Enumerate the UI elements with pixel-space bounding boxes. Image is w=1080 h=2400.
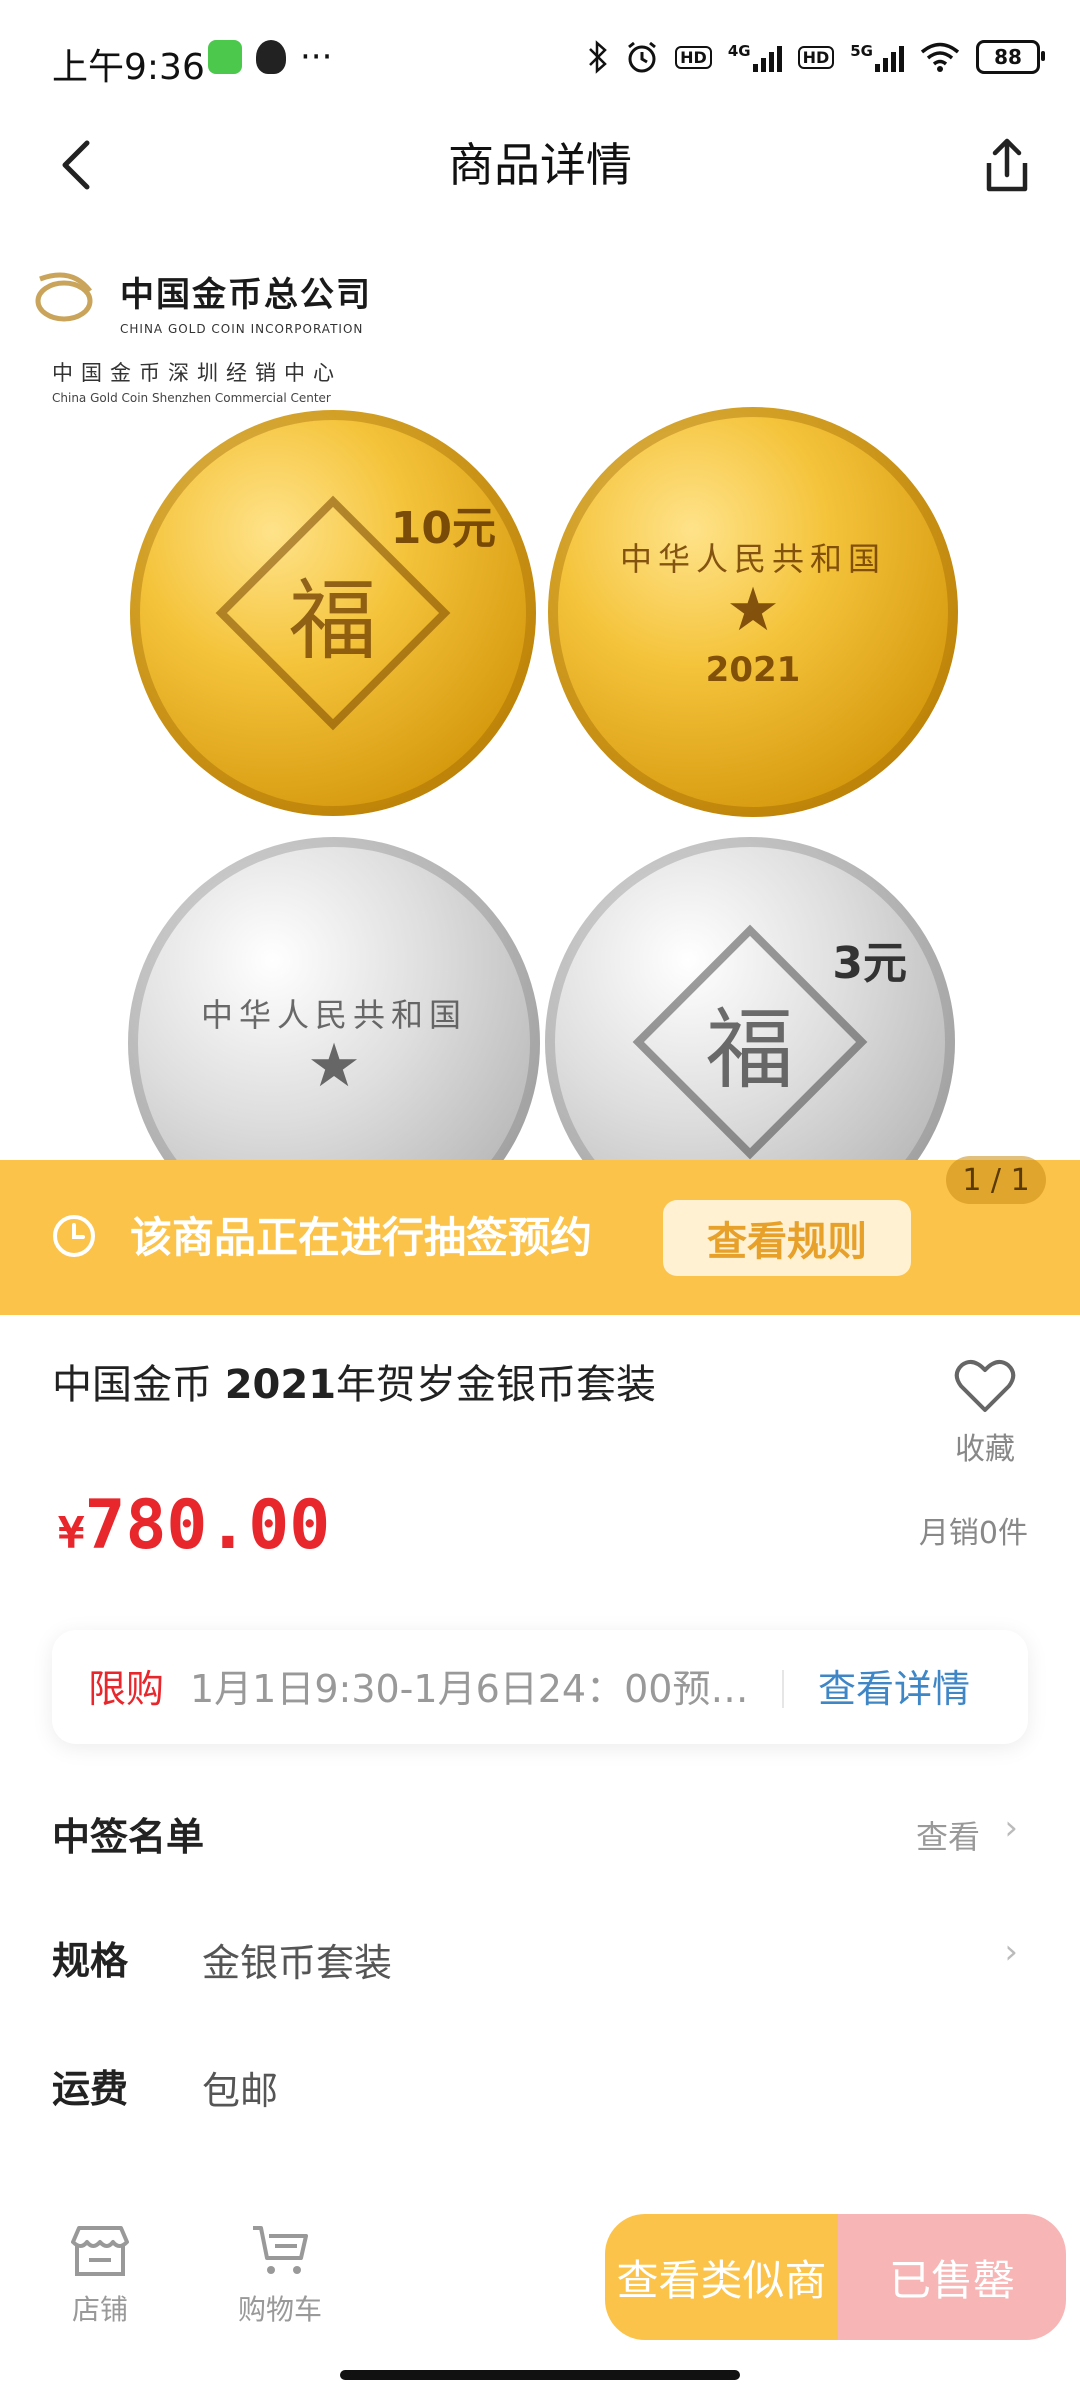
view-similar-button[interactable]: 查看类似商 [605, 2214, 838, 2340]
share-button[interactable] [970, 128, 1044, 202]
silver-coin-reverse-image: 福 3元 [545, 837, 955, 1160]
limit-tag: 限购 [88, 1667, 165, 1711]
bluetooth-icon [589, 40, 607, 74]
hd-voice-icon: HD [675, 45, 712, 69]
chevron-right-icon: › [1004, 1932, 1018, 1972]
status-time: 上午9:36 [52, 47, 205, 88]
home-indicator[interactable] [340, 2370, 740, 2380]
favorite-label: 收藏 [955, 1432, 1015, 1467]
logo-dealer-name: 中国金币深圳经销中心 [52, 361, 342, 385]
price-currency: ¥ [58, 1508, 85, 1559]
shipping-label: 运费 [52, 2067, 129, 2111]
store-label: 店铺 [71, 2293, 128, 2326]
gold-coin-obverse-image: 中华人民共和国 ★ 2021 [548, 407, 958, 817]
china-gold-coin-logo-icon [35, 272, 93, 322]
view-details-link[interactable]: 查看详情 [818, 1660, 970, 1718]
heart-icon [954, 1359, 1016, 1412]
signal-5g-icon: 5G [850, 42, 904, 72]
status-notification-icons: ··· [208, 40, 332, 74]
silver-coin-obverse-image: 中华人民共和国 ★ [128, 837, 540, 1160]
logo-subtitle-block: 中国金币深圳经销中心 China Gold Coin Shenzhen Comm… [52, 343, 342, 405]
product-image-gallery[interactable]: 中国金币总公司 CHINA GOLD COIN INCORPORATION 中国… [0, 225, 1080, 1160]
favorite-button[interactable]: 收藏 [940, 1358, 1030, 1468]
battery-icon: 88 [976, 40, 1045, 74]
monthly-sales: 月销0件 [918, 1516, 1028, 1551]
silver-coin-denomination: 3元 [832, 938, 907, 989]
cart-button[interactable]: 购物车 [230, 2222, 330, 2328]
qq-notification-icon [256, 40, 286, 74]
store-icon [71, 2226, 129, 2276]
clock-icon [53, 1215, 95, 1257]
chevron-right-icon: › [1004, 1808, 1018, 1848]
silver-coin-emblem: 中华人民共和国 ★ [200, 996, 467, 1101]
back-button[interactable] [40, 130, 110, 200]
product-price: ¥780.00 [58, 1486, 330, 1565]
page-title: 商品详情 [448, 138, 632, 192]
sold-out-button[interactable]: 已售罄 [838, 2214, 1066, 2340]
logo-company-name: 中国金币总公司 [120, 275, 372, 315]
alarm-icon [628, 41, 657, 73]
cart-label: 购物车 [237, 2293, 322, 2326]
winners-view-text: 查看 [915, 1818, 980, 1856]
winners-list-row[interactable]: 中签名单 查看 › [0, 1790, 1080, 1880]
spec-label: 规格 [52, 1939, 129, 1983]
logo-block: 中国金币总公司 CHINA GOLD COIN INCORPORATION [120, 267, 372, 336]
spec-value: 金银币套装 [202, 1941, 393, 1985]
chevron-left-icon [62, 140, 90, 190]
status-system-icons: HD 4G HD 5G 88 [587, 40, 1045, 74]
view-rules-button[interactable]: 查看规则 [663, 1200, 911, 1276]
limit-description: 1月1日9:30-1月6日24：00预约... [190, 1667, 770, 1711]
product-title: 中国金币 2021年贺岁金银币套装 [52, 1362, 657, 1408]
limit-divider [782, 1670, 784, 1708]
hd-voice-icon-2: HD [797, 45, 835, 69]
gold-coin-reverse-image: 福 10元 [130, 410, 536, 816]
share-icon [986, 138, 1028, 192]
image-counter-badge: 1 / 1 [946, 1156, 1046, 1204]
shipping-row: 运费 包邮 [0, 2042, 1080, 2132]
logo-company-english: CHINA GOLD COIN INCORPORATION [120, 322, 364, 336]
signal-4g-icon: 4G [728, 42, 782, 72]
gold-coin-emblem: 中华人民共和国 ★ 2021 [619, 540, 886, 690]
logo-dealer-english: China Gold Coin Shenzhen Commercial Cent… [52, 391, 331, 405]
store-button[interactable]: 店铺 [60, 2222, 140, 2328]
shipping-value: 包邮 [202, 2069, 279, 2113]
price-value: 780.00 [84, 1486, 331, 1565]
wifi-icon [920, 42, 960, 72]
winners-list-label: 中签名单 [52, 1815, 205, 1859]
gold-coin-denomination: 10元 [390, 503, 496, 554]
more-notifications-icon: ··· [300, 37, 333, 77]
cart-icon [253, 2226, 308, 2274]
lottery-status-text: 该商品正在进行抽签预约 [130, 1213, 593, 1262]
spec-row[interactable]: 规格 金银币套装 › [0, 1914, 1080, 2004]
app-notification-icon [208, 40, 242, 74]
